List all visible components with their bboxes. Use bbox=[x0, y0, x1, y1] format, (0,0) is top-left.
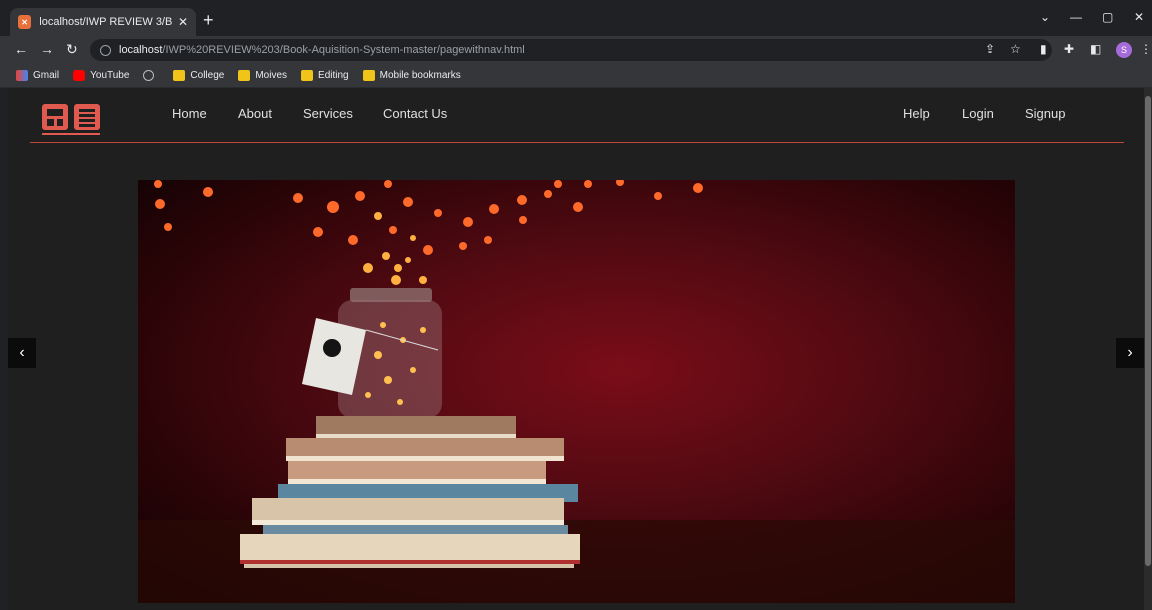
carousel-slide-image bbox=[138, 180, 1015, 603]
address-bar[interactable]: localhost /IWP%20REVIEW%203/Book-Aquisit… bbox=[90, 39, 1052, 61]
browser-toolbar: ← → ↻ localhost /IWP%20REVIEW%203/Book-A… bbox=[0, 36, 1152, 64]
nav-divider bbox=[30, 142, 1124, 143]
side-panel-icon[interactable]: ◧ bbox=[1090, 42, 1101, 56]
forward-button[interactable]: → bbox=[40, 41, 54, 57]
browser-tabstrip: ✕ localhost/IWP REVIEW 3/Book-A ✕ + ⌄ — … bbox=[0, 0, 1152, 36]
nav-help[interactable]: Help bbox=[903, 106, 930, 121]
back-button[interactable]: ← bbox=[14, 41, 28, 57]
extensions-puzzle-icon[interactable]: ✚ bbox=[1064, 42, 1074, 56]
bookmark-folder-college[interactable]: College bbox=[173, 70, 224, 81]
scrollbar-thumb[interactable] bbox=[1145, 96, 1151, 566]
minimize-button[interactable]: — bbox=[1070, 10, 1082, 24]
xampp-favicon-icon: ✕ bbox=[18, 15, 32, 29]
tab-close-icon[interactable]: ✕ bbox=[178, 15, 188, 29]
extension-icon[interactable]: ▮ bbox=[1040, 42, 1047, 56]
reload-button[interactable]: ↻ bbox=[66, 41, 78, 58]
profile-avatar[interactable]: S bbox=[1116, 42, 1132, 58]
nav-contact-us[interactable]: Contact Us bbox=[383, 106, 447, 121]
restore-button[interactable]: ▢ bbox=[1102, 10, 1113, 24]
site-info-icon[interactable] bbox=[100, 44, 111, 56]
web-page: Home About Services Contact Us Help Logi… bbox=[8, 88, 1144, 610]
bookmark-globe[interactable] bbox=[143, 70, 159, 81]
bookmarks-bar: Gmail YouTube College Moives Editing Mob… bbox=[0, 64, 1152, 88]
bookmark-star-icon[interactable]: ☆ bbox=[1010, 42, 1021, 56]
gmail-icon bbox=[16, 70, 28, 81]
bookmark-label: College bbox=[190, 70, 225, 81]
carousel-prev-button[interactable]: ‹ bbox=[8, 338, 36, 368]
url-path: /IWP%20REVIEW%203/Book-Aquisition-System… bbox=[162, 44, 525, 56]
folder-icon bbox=[238, 70, 251, 81]
close-window-button[interactable]: ✕ bbox=[1134, 10, 1144, 24]
bookmark-label: YouTube bbox=[90, 70, 130, 81]
globe-icon bbox=[143, 70, 155, 81]
share-icon[interactable]: ⇪ bbox=[985, 42, 995, 56]
menu-icon[interactable]: ⋮ bbox=[1140, 42, 1152, 56]
bookmark-label: Editing bbox=[318, 70, 349, 81]
url-host: localhost bbox=[119, 44, 163, 56]
tab-title: localhost/IWP REVIEW 3/Book-A bbox=[39, 16, 172, 28]
bookmark-folder-moives[interactable]: Moives bbox=[238, 70, 287, 81]
browser-tab[interactable]: ✕ localhost/IWP REVIEW 3/Book-A ✕ bbox=[10, 8, 196, 36]
bookmark-folder-mobile[interactable]: Mobile bookmarks bbox=[362, 70, 461, 81]
nav-home[interactable]: Home bbox=[172, 106, 207, 121]
folder-icon bbox=[173, 70, 186, 81]
bookmark-label: Mobile bookmarks bbox=[379, 70, 461, 81]
carousel-next-button[interactable]: › bbox=[1116, 338, 1144, 368]
folder-icon bbox=[301, 70, 314, 81]
folder-icon bbox=[362, 70, 375, 81]
bookmark-gmail[interactable]: Gmail bbox=[16, 70, 59, 81]
nav-services[interactable]: Services bbox=[303, 106, 353, 121]
site-logo-icon[interactable] bbox=[40, 102, 104, 138]
nav-about[interactable]: About bbox=[238, 106, 272, 121]
bookmark-label: Gmail bbox=[33, 70, 60, 81]
youtube-icon bbox=[73, 70, 86, 81]
bookmark-youtube[interactable]: YouTube bbox=[73, 70, 129, 81]
tab-search-icon[interactable]: ⌄ bbox=[1040, 10, 1050, 24]
bookmark-folder-editing[interactable]: Editing bbox=[301, 70, 349, 81]
bookmark-label: Moives bbox=[255, 70, 288, 81]
new-tab-button[interactable]: + bbox=[203, 11, 214, 29]
nav-signup[interactable]: Signup bbox=[1025, 106, 1065, 121]
page-scrollbar[interactable] bbox=[1144, 88, 1152, 610]
nav-login[interactable]: Login bbox=[962, 106, 994, 121]
